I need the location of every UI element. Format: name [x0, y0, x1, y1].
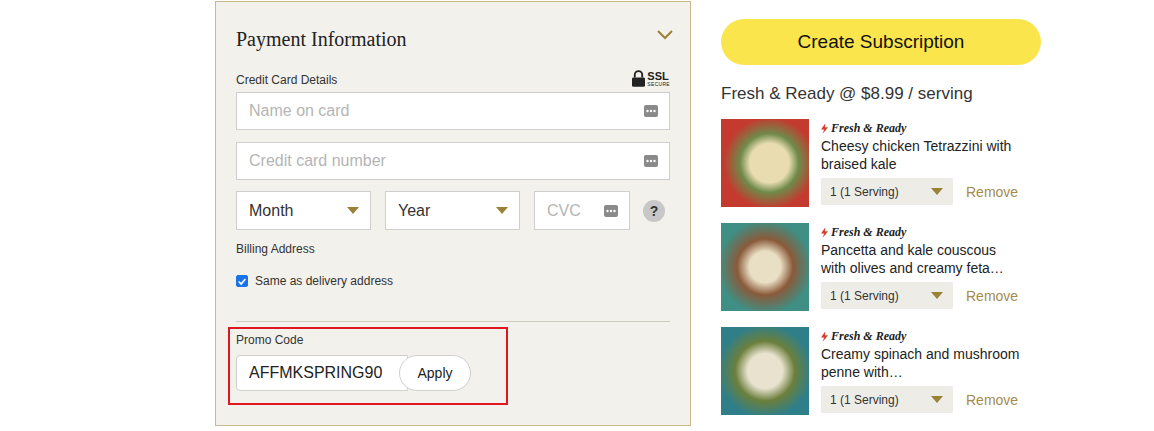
meal-tag: Fresh & Ready: [821, 121, 1041, 135]
chevron-icon[interactable]: [657, 30, 673, 40]
divider: [236, 321, 670, 322]
card-details-label: Credit Card Details: [236, 73, 337, 87]
name-on-card-input[interactable]: Name on card: [236, 92, 670, 130]
expiry-row: Month Year CVC ?: [236, 191, 670, 230]
checkbox[interactable]: [236, 275, 248, 287]
promo-code-input[interactable]: AFFMKSPRING90: [236, 355, 408, 391]
lightning-icon: [821, 123, 828, 134]
billing-address-label: Billing Address: [236, 242, 670, 256]
meal-name: Cheesy chicken Tetrazzini with braised k…: [821, 137, 1021, 173]
promo-label: Promo Code: [236, 333, 500, 347]
promo-section: Promo Code AFFMKSPRING90 Apply: [228, 327, 508, 405]
quantity-select[interactable]: 1 (1 Serving): [821, 178, 953, 205]
lightning-icon: [821, 331, 828, 342]
check-icon: [237, 276, 247, 287]
ssl-label: SSL: [647, 71, 670, 82]
dropdown-arrow-icon: [496, 207, 508, 214]
same-address-checkbox[interactable]: Same as delivery address: [236, 274, 670, 288]
apply-button[interactable]: Apply: [399, 355, 471, 391]
quantity-select[interactable]: 1 (1 Serving): [821, 282, 953, 309]
remove-link[interactable]: Remove: [966, 392, 1018, 408]
meal-photo: [721, 327, 809, 415]
remove-link[interactable]: Remove: [966, 288, 1018, 304]
meal-item: Fresh & Ready Creamy spinach and mushroo…: [721, 327, 1051, 415]
month-select[interactable]: Month: [236, 191, 371, 230]
autofill-icon: [644, 155, 658, 167]
meal-photo: [721, 119, 809, 207]
card-number-input[interactable]: Credit card number: [236, 142, 670, 180]
checkout-page: Payment Information Credit Card Details …: [0, 0, 1154, 431]
panel-title: Payment Information: [236, 27, 407, 51]
ssl-badge: SSL SECURE: [632, 70, 670, 87]
cvc-input[interactable]: CVC: [534, 191, 630, 230]
create-subscription-button[interactable]: Create Subscription: [721, 19, 1041, 65]
cvc-help-button[interactable]: ?: [643, 200, 665, 222]
meal-name: Pancetta and kale couscous with olives a…: [821, 241, 1021, 277]
panel-header[interactable]: Payment Information: [236, 2, 670, 51]
quantity-select[interactable]: 1 (1 Serving): [821, 386, 953, 413]
meal-item: Fresh & Ready Cheesy chicken Tetrazzini …: [721, 119, 1051, 207]
lightning-icon: [821, 227, 828, 238]
dropdown-arrow-icon: [931, 292, 943, 299]
dropdown-arrow-icon: [347, 207, 359, 214]
meal-tag: Fresh & Ready: [821, 329, 1041, 343]
dropdown-arrow-icon: [931, 396, 943, 403]
autofill-icon: [644, 105, 658, 117]
meal-tag: Fresh & Ready: [821, 225, 1041, 239]
meal-photo: [721, 223, 809, 311]
meal-item: Fresh & Ready Pancetta and kale couscous…: [721, 223, 1051, 311]
order-summary: Create Subscription Fresh & Ready @ $8.9…: [721, 0, 1051, 415]
plan-title: Fresh & Ready @ $8.99 / serving: [721, 84, 1051, 104]
year-select[interactable]: Year: [385, 191, 520, 230]
meal-list: Fresh & Ready Cheesy chicken Tetrazzini …: [721, 119, 1051, 415]
ssl-sublabel: SECURE: [647, 82, 670, 87]
meal-name: Creamy spinach and mushroom penne with…: [821, 345, 1021, 381]
remove-link[interactable]: Remove: [966, 184, 1018, 200]
dropdown-arrow-icon: [931, 188, 943, 195]
autofill-icon: [604, 205, 618, 217]
payment-panel: Payment Information Credit Card Details …: [215, 1, 691, 426]
card-details-header: Credit Card Details SSL SECURE: [236, 70, 670, 87]
lock-icon: [632, 70, 645, 87]
